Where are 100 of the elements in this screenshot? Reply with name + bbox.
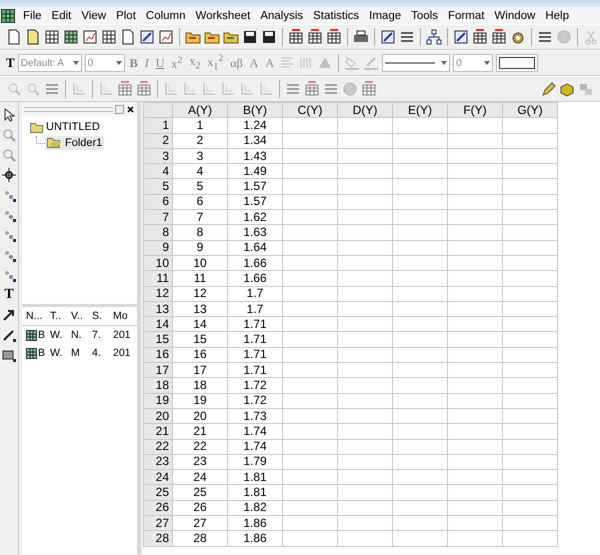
row-header[interactable]: 8 <box>144 224 172 240</box>
row-header[interactable]: 19 <box>144 393 172 408</box>
workbook-icon[interactable] <box>63 29 79 45</box>
color-swatch-icon <box>499 57 536 69</box>
column-icon[interactable] <box>537 29 553 45</box>
menu-item[interactable]: Help <box>540 10 574 22</box>
row-header[interactable]: 6 <box>144 194 172 210</box>
matrix-icon[interactable] <box>101 29 117 45</box>
column-header[interactable]: F(Y) <box>448 102 502 118</box>
layer-grid-icon[interactable] <box>117 81 133 97</box>
line-tool-icon[interactable] <box>2 328 16 342</box>
row-header[interactable]: 25 <box>144 484 172 500</box>
text-tool[interactable]: T <box>4 288 14 302</box>
row-header[interactable]: 20 <box>144 408 172 424</box>
table-cell: 21 <box>172 424 228 440</box>
table-cell: 18 <box>172 378 228 394</box>
line-style-dropdown[interactable] <box>382 54 450 72</box>
dots-icon[interactable] <box>2 268 16 282</box>
table-cell: 1.72 <box>228 393 282 408</box>
row-header[interactable]: 14 <box>144 316 172 332</box>
menu-item[interactable]: Image <box>364 10 406 22</box>
row-header[interactable]: 4 <box>144 164 172 179</box>
column-header[interactable]: D(Y) <box>338 102 392 118</box>
arrow-tool-icon[interactable] <box>2 308 16 322</box>
folder-node[interactable]: Folder1 <box>45 136 104 150</box>
menu-item[interactable]: Window <box>489 10 540 22</box>
row-header[interactable]: 7 <box>144 210 172 225</box>
folder-icon <box>47 137 62 148</box>
list-cell-text: 201 <box>112 329 132 341</box>
row-header[interactable]: 28 <box>144 530 172 546</box>
menu-item[interactable]: Format <box>442 10 490 22</box>
tree-icon[interactable] <box>426 29 442 45</box>
layer-grid-icon[interactable] <box>136 81 152 97</box>
row-header[interactable]: 27 <box>144 516 172 531</box>
font-size-dropdown[interactable]: 0 <box>84 54 125 72</box>
import-icon[interactable] <box>326 29 342 45</box>
pointer-icon[interactable] <box>2 108 16 122</box>
line-width-dropdown[interactable]: 0 <box>453 54 494 72</box>
menu-item[interactable]: Column <box>140 10 191 22</box>
table-cell: 1.57 <box>228 194 282 210</box>
row-header[interactable]: 13 <box>144 301 172 317</box>
import-icon[interactable] <box>288 29 304 45</box>
save-icon[interactable] <box>242 29 258 45</box>
row-header[interactable]: 24 <box>144 470 172 485</box>
row-header[interactable]: 10 <box>144 255 172 271</box>
table-icon[interactable] <box>472 29 488 45</box>
column-header[interactable]: A(Y) <box>172 102 228 118</box>
column-header[interactable]: G(Y) <box>502 102 558 118</box>
column-header[interactable]: Mo <box>111 310 135 322</box>
menu-item[interactable]: Worksheet <box>190 10 256 22</box>
column-header[interactable]: N... <box>22 310 48 322</box>
rectangle-tool-icon[interactable] <box>2 348 16 362</box>
close-icon[interactable] <box>126 104 135 114</box>
row-header[interactable]: 9 <box>144 240 172 256</box>
menu-item[interactable]: File <box>18 10 47 22</box>
row-header[interactable]: 26 <box>144 500 172 516</box>
menu-item[interactable]: Tools <box>406 10 443 22</box>
menu-item[interactable]: View <box>76 10 112 22</box>
list-icon[interactable] <box>399 29 415 45</box>
menu-item[interactable]: Plot <box>111 10 141 22</box>
scatter-icon[interactable] <box>2 248 16 262</box>
row-header[interactable]: 11 <box>144 270 172 286</box>
table-icon[interactable] <box>491 29 507 45</box>
row-header[interactable]: 2 <box>144 133 172 148</box>
menu-item[interactable]: Analysis <box>255 10 308 22</box>
row-header[interactable]: 17 <box>144 362 172 378</box>
print-icon[interactable] <box>353 29 369 45</box>
font-dropdown[interactable]: Default: A <box>18 54 82 72</box>
column-header[interactable]: B(Y) <box>228 102 282 118</box>
row-header[interactable]: 23 <box>144 454 172 470</box>
folder-node[interactable]: UNTITLED <box>28 120 102 134</box>
row-header[interactable]: 3 <box>144 148 172 164</box>
menu-item[interactable]: Statistics <box>308 10 364 22</box>
row-header[interactable]: 12 <box>144 286 172 302</box>
edit-icon[interactable] <box>380 29 396 45</box>
column-header[interactable]: E(Y) <box>392 102 448 118</box>
row-header[interactable]: 16 <box>144 347 172 363</box>
column-header[interactable]: V.. <box>69 310 90 322</box>
worksheet-icon[interactable] <box>44 29 60 45</box>
column-header[interactable]: S. <box>90 310 111 322</box>
import-icon[interactable] <box>307 29 323 45</box>
layout-icon[interactable] <box>158 29 174 45</box>
row-header[interactable]: 22 <box>144 439 172 454</box>
save-template-icon[interactable] <box>261 29 277 45</box>
crosshair-icon[interactable] <box>2 168 16 182</box>
row-header[interactable]: 1 <box>144 118 172 134</box>
menu-item[interactable]: Edit <box>46 10 76 22</box>
table-cell: 1.72 <box>228 378 282 394</box>
graph-icon[interactable] <box>82 29 98 45</box>
row-header[interactable]: 21 <box>144 424 172 440</box>
row-header[interactable]: 18 <box>144 378 172 394</box>
new-notes-icon[interactable] <box>25 29 41 45</box>
new-page-icon[interactable] <box>6 29 22 45</box>
color-dropdown[interactable] <box>496 54 538 72</box>
column-header[interactable]: C(Y) <box>282 102 338 118</box>
row-header[interactable]: 15 <box>144 332 172 348</box>
row-header[interactable]: 5 <box>144 178 172 194</box>
pencil-icon[interactable] <box>540 81 556 97</box>
image-icon[interactable] <box>139 29 155 45</box>
column-header[interactable]: T.. <box>48 310 69 322</box>
